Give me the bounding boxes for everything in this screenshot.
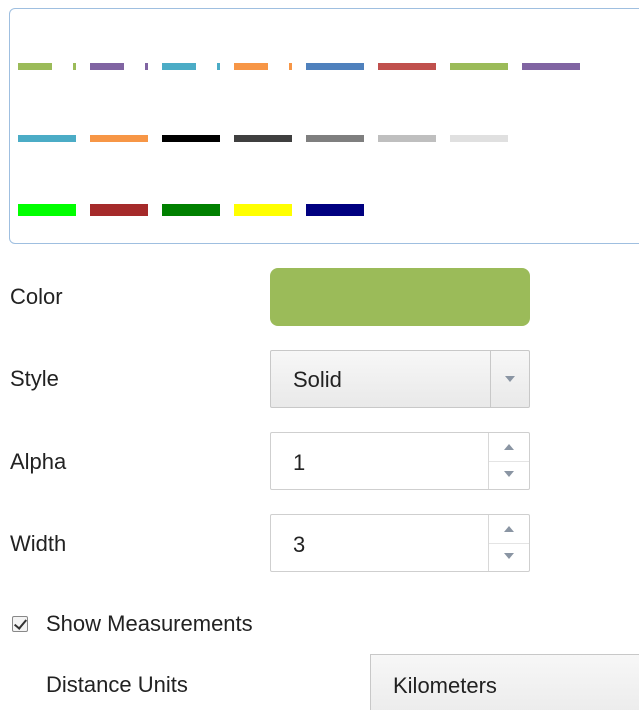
- line-swatch-solid-yellow[interactable]: [234, 204, 292, 216]
- style-select[interactable]: Solid: [270, 350, 530, 408]
- line-swatch-solid-orange[interactable]: [90, 135, 148, 142]
- line-swatch-dot-dash-dot-teal: [217, 63, 220, 70]
- line-style-palette: [9, 8, 639, 244]
- line-swatch-solid-red[interactable]: [378, 63, 436, 70]
- line-swatch-solid-dark-red[interactable]: [90, 204, 148, 216]
- arrow-down-icon: [504, 471, 514, 477]
- width-label: Width: [10, 531, 67, 556]
- color-picker-button[interactable]: [270, 268, 530, 326]
- line-swatch-solid-purple[interactable]: [522, 63, 580, 70]
- line-swatch-solid-dark-green[interactable]: [162, 204, 220, 216]
- style-select-arrow[interactable]: [490, 351, 529, 407]
- alpha-decrement-button[interactable]: [489, 461, 529, 489]
- palette-scrollbar[interactable]: [628, 9, 639, 243]
- line-swatch-solid-navy[interactable]: [306, 204, 364, 216]
- line-swatch-dash-dot-teal[interactable]: [162, 63, 196, 70]
- style-label: Style: [10, 366, 59, 391]
- width-stepper-buttons: [488, 515, 529, 571]
- distance-units-label: Distance Units: [46, 672, 188, 697]
- width-value[interactable]: 3: [293, 532, 305, 558]
- width-decrement-button[interactable]: [489, 543, 529, 571]
- arrow-up-icon: [504, 444, 514, 450]
- arrow-down-icon: [504, 553, 514, 559]
- color-label: Color: [10, 284, 63, 309]
- distance-units-select[interactable]: Kilometers: [370, 654, 639, 710]
- line-style-panel: Color Style Solid Alpha 1 Width 3 Show M…: [0, 0, 639, 710]
- alpha-label: Alpha: [10, 449, 67, 474]
- line-swatch-solid-teal[interactable]: [18, 135, 76, 142]
- distance-units-value: Kilometers: [393, 673, 497, 698]
- alpha-increment-button[interactable]: [489, 433, 529, 462]
- alpha-value[interactable]: 1: [293, 450, 305, 476]
- line-swatch-dash-dot-green[interactable]: [18, 63, 52, 70]
- line-swatch-dash-dot-orange[interactable]: [234, 63, 268, 70]
- style-select-value: Solid: [293, 367, 342, 392]
- alpha-stepper-buttons: [488, 433, 529, 489]
- line-swatch-dot-dash-dot-green: [73, 63, 76, 70]
- show-measurements-checkbox[interactable]: [12, 616, 28, 632]
- line-swatch-solid-green[interactable]: [450, 63, 508, 70]
- line-swatch-dash-dot-purple[interactable]: [90, 63, 124, 70]
- width-stepper[interactable]: 3: [270, 514, 530, 572]
- alpha-stepper[interactable]: 1: [270, 432, 530, 490]
- show-measurements-label[interactable]: Show Measurements: [46, 611, 253, 637]
- line-swatch-solid-lighter-gray[interactable]: [450, 135, 508, 142]
- line-swatch-solid-dark-gray[interactable]: [234, 135, 292, 142]
- arrow-up-icon: [504, 526, 514, 532]
- line-swatch-solid-blue[interactable]: [306, 63, 364, 70]
- line-swatch-solid-gray[interactable]: [306, 135, 364, 142]
- line-swatch-dot-dash-dot-purple: [145, 63, 148, 70]
- checkmark-icon: [13, 616, 28, 630]
- width-increment-button[interactable]: [489, 515, 529, 544]
- line-swatch-solid-lime[interactable]: [18, 204, 76, 216]
- line-swatch-solid-light-gray[interactable]: [378, 135, 436, 142]
- line-swatch-dot-dash-dot-orange: [289, 63, 292, 70]
- line-swatch-solid-black[interactable]: [162, 135, 220, 142]
- chevron-down-icon: [505, 376, 515, 382]
